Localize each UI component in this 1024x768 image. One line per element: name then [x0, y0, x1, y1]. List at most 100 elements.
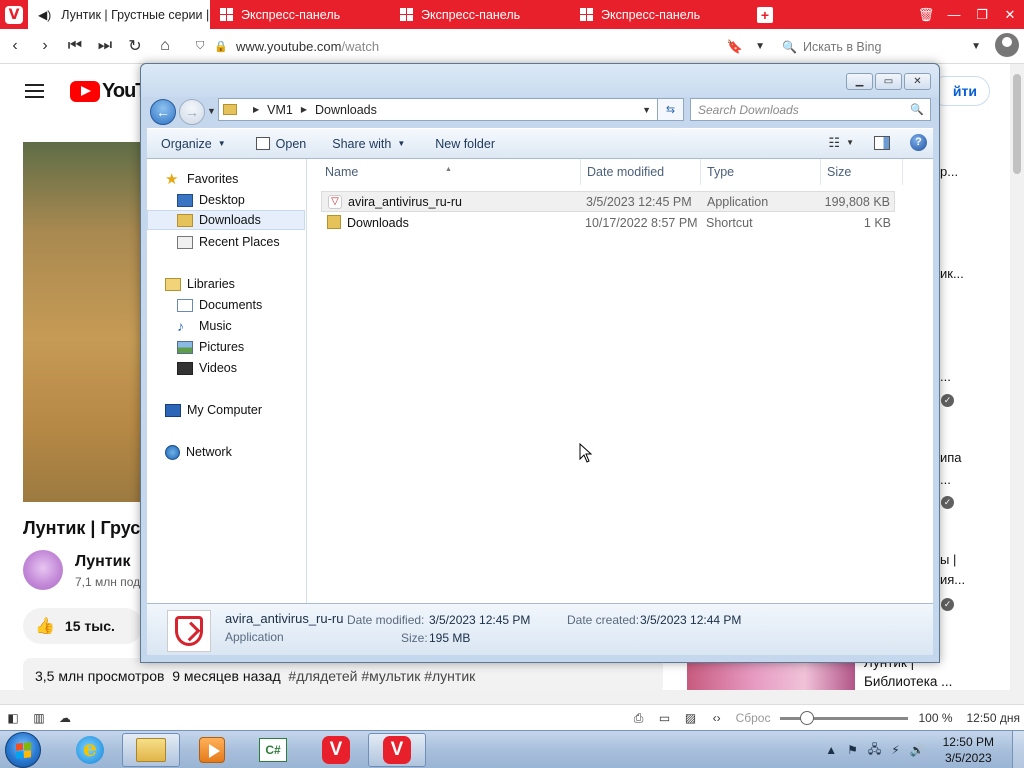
breadcrumb-downloads[interactable]: Downloads	[315, 103, 377, 117]
fast-forward-button[interactable]: ⏭	[90, 31, 120, 61]
sidebar-video-title[interactable]: ы |	[940, 552, 956, 567]
taskbar-internet-explorer[interactable]: e	[61, 733, 119, 767]
nav-downloads[interactable]: Downloads	[147, 210, 305, 230]
chevron-right-icon[interactable]: ▶	[253, 105, 259, 114]
nav-documents[interactable]: Documents	[147, 295, 305, 315]
nav-videos[interactable]: Videos	[147, 358, 305, 378]
home-button[interactable]: ⌂	[150, 31, 180, 61]
forward-button[interactable]: ›	[30, 31, 60, 61]
nav-libraries[interactable]: Libraries	[147, 274, 305, 294]
maximize-button[interactable]: ▭	[875, 73, 902, 90]
hashtags[interactable]: #длядетей #мультик #лунтик	[288, 668, 475, 684]
camera-icon[interactable]: ⎙	[626, 711, 652, 726]
sidebar-video-title[interactable]: ия...	[940, 572, 965, 587]
cloud-sync-icon[interactable]: ☁	[52, 711, 78, 725]
trash-icon[interactable]: 🗑	[912, 0, 940, 29]
breadcrumb-vm1[interactable]: VM1	[267, 103, 293, 117]
new-folder-button[interactable]: New folder	[415, 137, 505, 151]
nav-favorites[interactable]: ★ Favorites	[147, 169, 305, 189]
tab-speed-dial[interactable]: Экспресс-панель	[210, 0, 390, 29]
column-header-date-modified[interactable]: Date modified	[581, 159, 701, 185]
explorer-search-input[interactable]: Search Downloads 🔍	[690, 98, 931, 121]
tab-tiling-icon[interactable]: ▥	[26, 711, 52, 725]
search-icon[interactable]: 🔍	[910, 103, 924, 116]
taskbar-vivaldi[interactable]: V	[307, 733, 365, 767]
nav-music[interactable]: ♪ Music	[147, 316, 305, 336]
video-description[interactable]: 3,5 млн просмотров 9 месяцев назад #дляд…	[23, 658, 663, 694]
action-center-icon[interactable]: ⚑	[847, 743, 858, 757]
share-with-button[interactable]: Share with ▼	[316, 137, 415, 151]
image-icon[interactable]: ▨	[678, 711, 704, 725]
recent-locations-dropdown[interactable]: ▼	[207, 106, 216, 116]
chevron-down-icon[interactable]: ▼	[642, 105, 651, 115]
nav-recent-places[interactable]: Recent Places	[147, 232, 305, 252]
like-button[interactable]: 👍 15 тыс.	[23, 608, 143, 644]
volume-icon[interactable]: 🔊	[910, 743, 925, 757]
chevron-down-icon[interactable]: ▼	[846, 138, 854, 147]
forward-button[interactable]: →	[179, 99, 205, 125]
minimize-button[interactable]: ▁	[846, 73, 873, 90]
tray-expand-icon[interactable]: ▲	[825, 743, 837, 757]
zoom-slider-knob[interactable]	[800, 710, 815, 725]
horizontal-scrollbar[interactable]	[0, 690, 1010, 704]
search-field[interactable]: 🔍 Искать в Bing ▼	[782, 34, 987, 59]
panel-toggle-icon[interactable]: ◧	[0, 711, 26, 725]
chevron-right-icon[interactable]: ▶	[301, 105, 307, 114]
power-icon[interactable]: ⚡	[891, 743, 899, 757]
nav-network[interactable]: Network	[147, 442, 305, 462]
close-button[interactable]: ✕	[904, 73, 931, 90]
sidebar-video-title[interactable]: Библиотека ...	[864, 674, 952, 689]
url-field[interactable]: ⛉ 🔒 www.youtube.com/watch 🔖 ▼	[196, 34, 771, 59]
code-icon[interactable]: ‹›	[704, 711, 730, 725]
profile-avatar-icon[interactable]	[995, 33, 1019, 57]
column-header-name[interactable]: Name ▲	[307, 159, 581, 185]
back-button[interactable]: ‹	[0, 31, 30, 61]
scrollbar-thumb[interactable]	[1013, 74, 1021, 174]
restore-button[interactable]: ❐	[968, 0, 996, 29]
taskbar-windows-explorer[interactable]	[122, 733, 180, 767]
nav-desktop[interactable]: Desktop	[147, 190, 305, 210]
view-options-icon[interactable]: ☷	[828, 135, 840, 151]
chevron-down-icon[interactable]: ▼	[755, 41, 765, 52]
close-button[interactable]: ✕	[996, 0, 1024, 29]
sidebar-video-title[interactable]: ипа	[940, 450, 962, 465]
open-button[interactable]: Open	[236, 137, 317, 151]
tab-youtube[interactable]: ◀) Лунтик | Грустные серии |	[28, 0, 210, 29]
column-header-size[interactable]: Size	[821, 159, 903, 185]
file-row[interactable]: ▽ avira_antivirus_ru-ru 3/5/2023 12:45 P…	[321, 191, 895, 212]
zoom-slider[interactable]	[780, 710, 909, 725]
taskbar-media-player[interactable]	[183, 733, 241, 767]
refresh-button[interactable]: ⇆	[658, 98, 684, 121]
lock-icon[interactable]: 🔒	[214, 40, 232, 53]
tray-clock[interactable]: 12:50 PM 3/5/2023	[943, 734, 994, 766]
video-player[interactable]	[23, 142, 143, 502]
sidebar-video-title[interactable]: ик...	[940, 266, 964, 281]
column-header-type[interactable]: Type	[701, 159, 821, 185]
help-icon[interactable]: ?	[910, 134, 927, 151]
back-button[interactable]: ←	[150, 99, 176, 125]
tile-icon[interactable]: ▭	[652, 711, 678, 725]
taskbar-csharp[interactable]: C#	[244, 733, 302, 767]
new-tab-button[interactable]: +	[754, 0, 776, 29]
sidebar-video-title[interactable]: р...	[940, 164, 958, 179]
show-desktop-button[interactable]	[1012, 731, 1024, 768]
sidebar-video-title[interactable]: ...	[940, 369, 951, 384]
vertical-scrollbar[interactable]	[1010, 64, 1024, 704]
speaker-icon[interactable]: ◀)	[38, 8, 51, 22]
channel-avatar[interactable]	[23, 550, 63, 590]
nav-my-computer[interactable]: My Computer	[147, 400, 305, 420]
nav-pictures[interactable]: Pictures	[147, 337, 305, 357]
vivaldi-menu-button[interactable]: V	[0, 0, 28, 29]
chevron-down-icon[interactable]: ▼	[971, 41, 981, 52]
bookmark-icon[interactable]: 🔖	[727, 39, 743, 55]
shield-icon[interactable]: ⛉	[196, 40, 214, 53]
explorer-titlebar[interactable]: ▁ ▭ ✕	[141, 64, 939, 97]
preview-pane-icon[interactable]	[874, 135, 890, 150]
channel-name[interactable]: Лунтик	[75, 553, 130, 571]
organize-button[interactable]: Organize ▼	[147, 137, 236, 151]
network-icon[interactable]: 🖧	[868, 740, 881, 761]
start-button[interactable]	[5, 732, 41, 768]
file-row[interactable]: Downloads 10/17/2022 8:57 PM Shortcut 1 …	[321, 212, 895, 233]
reload-button[interactable]: ↻	[120, 31, 150, 61]
hamburger-menu-icon[interactable]	[25, 84, 44, 98]
